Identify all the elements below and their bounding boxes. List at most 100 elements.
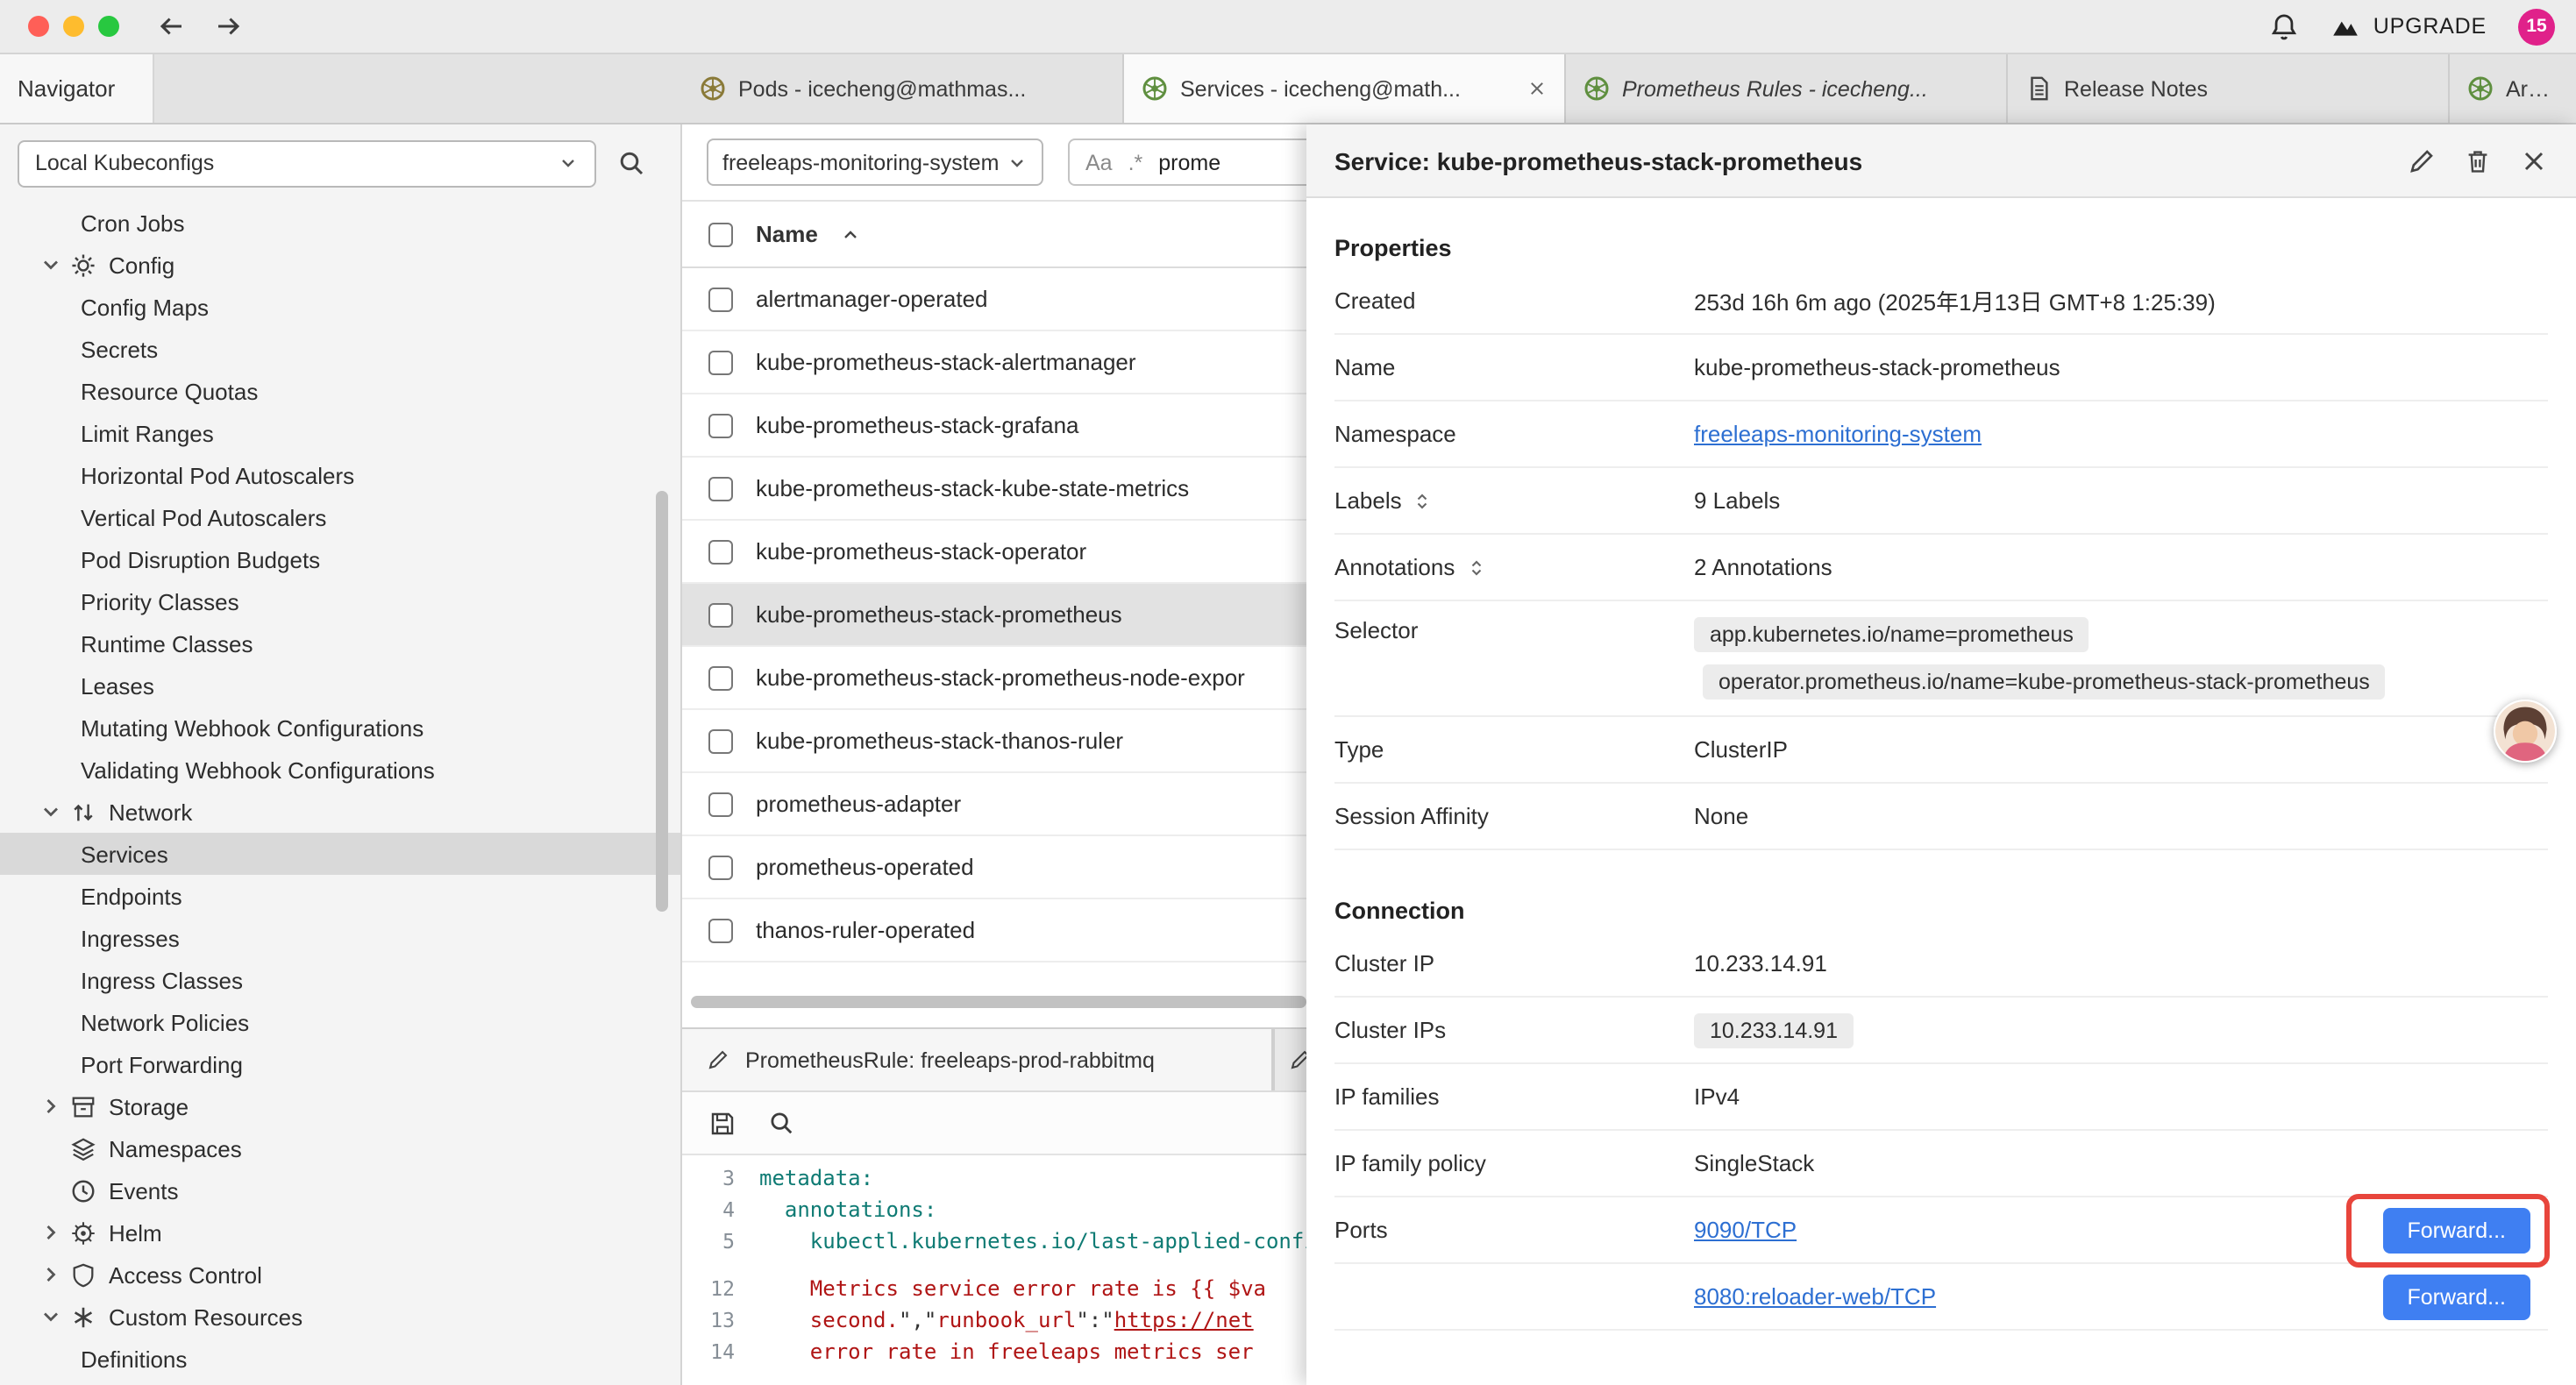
expand-collapse-icon[interactable]	[1413, 490, 1434, 511]
property-row-selector: Selector app.kubernetes.io/name=promethe…	[1334, 601, 2548, 717]
tab[interactable]: Pods - icecheng@mathmas...	[682, 54, 1124, 123]
sidebar-item-label: Limit Ranges	[81, 420, 214, 446]
sidebar-item[interactable]: Secrets	[0, 328, 680, 370]
sidebar-item[interactable]: Ingress Classes	[0, 959, 680, 1001]
sidebar-item[interactable]: Services	[0, 833, 680, 875]
sort-ascending-icon[interactable]	[841, 224, 862, 245]
sidebar-item[interactable]: Port Forwarding	[0, 1043, 680, 1085]
upgrade-button[interactable]: UPGRADE	[2331, 11, 2487, 41]
delete-icon[interactable]	[2464, 146, 2492, 174]
close-window-button[interactable]	[28, 16, 49, 37]
tree-chevron-icon[interactable]	[39, 1304, 63, 1329]
search-icon[interactable]	[617, 149, 645, 177]
maximize-window-button[interactable]	[98, 16, 119, 37]
sidebar-item[interactable]: Horizontal Pod Autoscalers	[0, 454, 680, 496]
property-value[interactable]: 9 Labels	[1694, 487, 1780, 514]
forward-button[interactable]: Forward...	[2382, 1207, 2530, 1253]
edit-icon[interactable]	[2408, 146, 2436, 174]
sidebar-scrollbar[interactable]	[656, 491, 668, 912]
name-column-header[interactable]: Name	[756, 221, 818, 247]
sidebar-item[interactable]: Definitions	[0, 1338, 680, 1380]
dock-tab-prometheusrule[interactable]: PrometheusRule: freeleaps-prod-rabbitmq	[682, 1029, 1273, 1090]
tree-chevron-icon[interactable]	[39, 799, 63, 824]
sidebar-item[interactable]: Config Maps	[0, 286, 680, 328]
sidebar-item[interactable]: Mutating Webhook Configurations	[0, 707, 680, 749]
tree-chevron-icon[interactable]	[39, 1136, 63, 1161]
sidebar-item[interactable]: Custom Resources	[0, 1296, 680, 1338]
row-checkbox[interactable]	[708, 792, 733, 816]
horizontal-scrollbar[interactable]	[691, 996, 1306, 1008]
sidebar-item-label: Pod Disruption Budgets	[81, 546, 320, 572]
select-all-checkbox[interactable]	[708, 222, 733, 246]
sidebar-item[interactable]: Ingresses	[0, 917, 680, 959]
property-value: ClusterIP	[1694, 736, 1788, 763]
tree-chevron-icon[interactable]	[39, 1094, 63, 1119]
sidebar-item[interactable]: Runtime Classes	[0, 622, 680, 664]
row-checkbox[interactable]	[708, 287, 733, 311]
port-link[interactable]: 8080:reloader-web/TCP	[1694, 1283, 1936, 1310]
forward-button[interactable]: Forward...	[2382, 1274, 2530, 1319]
sidebar-item[interactable]: Namespaces	[0, 1127, 680, 1169]
line-number: 3	[682, 1162, 759, 1194]
row-checkbox[interactable]	[708, 602, 733, 627]
row-checkbox[interactable]	[708, 855, 733, 879]
tree-chevron-icon[interactable]	[39, 1178, 63, 1203]
expand-collapse-icon[interactable]	[1465, 557, 1486, 578]
row-checkbox[interactable]	[708, 539, 733, 564]
tree-chevron-icon[interactable]	[39, 1220, 63, 1245]
row-checkbox[interactable]	[708, 728, 733, 753]
property-row-labels: Labels 9 Labels	[1334, 468, 2548, 535]
property-label: Session Affinity	[1334, 803, 1694, 829]
service-name: kube-prometheus-stack-thanos-ruler	[756, 728, 1123, 754]
sidebar-item[interactable]: Validating Webhook Configurations	[0, 749, 680, 791]
row-checkbox[interactable]	[708, 413, 733, 437]
namespace-filter-select[interactable]: freeleaps-monitoring-system	[707, 138, 1043, 186]
port-link[interactable]: 9090/TCP	[1694, 1217, 1797, 1243]
tab[interactable]: Argo Se...	[2450, 54, 2576, 123]
match-case-toggle[interactable]: Aa	[1085, 150, 1113, 174]
row-checkbox[interactable]	[708, 665, 733, 690]
tree-chevron-icon[interactable]	[39, 252, 63, 277]
forward-icon[interactable]	[214, 12, 242, 40]
tree-chevron-icon[interactable]	[39, 1262, 63, 1287]
minimize-window-button[interactable]	[63, 16, 84, 37]
sidebar-item[interactable]: Leases	[0, 664, 680, 707]
sidebar-item[interactable]: Storage	[0, 1085, 680, 1127]
row-checkbox[interactable]	[708, 476, 733, 501]
close-tab-icon[interactable]	[1527, 79, 1547, 98]
kubeconfig-selector[interactable]: Local Kubeconfigs	[18, 139, 596, 187]
sidebar-item[interactable]: Vertical Pod Autoscalers	[0, 496, 680, 538]
row-checkbox[interactable]	[708, 918, 733, 942]
sidebar-item[interactable]: Limit Ranges	[0, 412, 680, 454]
sidebar-item[interactable]: Network Policies	[0, 1001, 680, 1043]
sidebar-item[interactable]: Pod Disruption Budgets	[0, 538, 680, 580]
notification-count-badge[interactable]: 15	[2518, 8, 2555, 45]
tab[interactable]: Release Notes	[2008, 54, 2450, 123]
regex-toggle[interactable]: .*	[1128, 150, 1143, 174]
sidebar-item[interactable]: Endpoints	[0, 875, 680, 917]
row-checkbox[interactable]	[708, 350, 733, 374]
sidebar-item[interactable]: Config	[0, 244, 680, 286]
namespace-link[interactable]: freeleaps-monitoring-system	[1694, 421, 1982, 447]
back-icon[interactable]	[158, 12, 186, 40]
save-icon[interactable]	[708, 1109, 737, 1137]
tab[interactable]: Services - icecheng@math...	[1124, 54, 1566, 123]
sidebar-item[interactable]: Cron Jobs	[0, 202, 680, 244]
close-icon[interactable]	[2520, 146, 2548, 174]
sidebar-item[interactable]: Resource Quotas	[0, 370, 680, 412]
editor-search-icon[interactable]	[768, 1110, 794, 1136]
pencil-icon	[707, 1048, 729, 1071]
sidebar-item[interactable]: Events	[0, 1169, 680, 1211]
property-value: 253d 16h 6m ago (2025年1月13日 GMT+8 1:25:3…	[1694, 284, 2216, 317]
user-avatar[interactable]	[2494, 700, 2557, 763]
navigator-sidebar: Local Kubeconfigs Cron Jobs Config Confi…	[0, 124, 682, 1385]
sidebar-item[interactable]: Priority Classes	[0, 580, 680, 622]
sidebar-item[interactable]: Helm	[0, 1211, 680, 1254]
sidebar-item[interactable]: Network	[0, 791, 680, 833]
property-value[interactable]: 2 Annotations	[1694, 554, 1832, 580]
tab[interactable]: Prometheus Rules - icecheng...	[1566, 54, 2008, 123]
sidebar-item-label: Mutating Webhook Configurations	[81, 714, 423, 741]
sidebar-item[interactable]: Access Control	[0, 1254, 680, 1296]
property-label: Ports	[1334, 1217, 1694, 1243]
notifications-bell-icon[interactable]	[2270, 11, 2300, 41]
